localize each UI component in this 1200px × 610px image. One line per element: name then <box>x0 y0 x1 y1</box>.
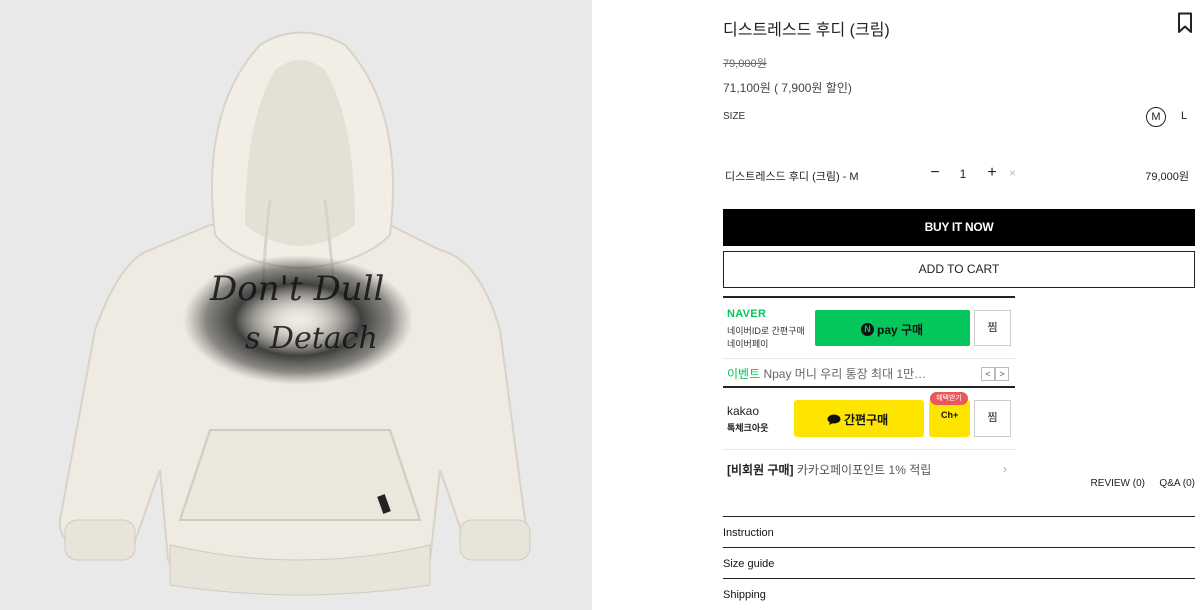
info-section-instruction[interactable]: Instruction <box>723 516 1195 547</box>
remove-option-icon[interactable]: × <box>1009 166 1016 180</box>
kakao-channel-badge: 혜택받기 <box>930 392 968 405</box>
kakao-channel-icon: Ch+ <box>941 410 959 420</box>
add-to-cart-button[interactable]: ADD TO CART <box>723 251 1195 288</box>
selected-option-row: 디스트레스드 후디 (크림) - M − 1 + × 79,000원 <box>723 164 1195 184</box>
product-image: Don't Dull s Detach <box>0 0 592 610</box>
kakao-buy-label: 간편구매 <box>844 413 889 427</box>
promo-text: 카카오페이포인트 1% 적립 <box>793 463 932 477</box>
divider <box>723 358 1015 359</box>
naver-pay-desc-line2: 네이버페이 <box>727 339 769 349</box>
naver-pay-wishlist-button[interactable]: 찜 <box>974 310 1011 346</box>
npay-n-icon: N <box>861 323 874 336</box>
naver-pay-event-banner[interactable]: 이벤트 Npay 머니 우리 통장 최대 1만… <box>727 365 926 382</box>
sale-price: 71,100원 ( 7,900원 할인) <box>723 81 852 95</box>
event-prev-button[interactable]: < <box>981 367 995 381</box>
kakao-logo: kakao <box>727 404 760 418</box>
chevron-right-icon[interactable]: › <box>1003 462 1007 476</box>
event-tag: 이벤트 <box>727 367 761 381</box>
svg-text:s Detach: s Detach <box>245 321 378 356</box>
promo-tag: [비회원 구매] <box>727 463 794 477</box>
hoodie-illustration: Don't Dull s Detach <box>58 31 531 596</box>
review-link[interactable]: REVIEW (0) <box>1091 478 1145 489</box>
size-label: SIZE <box>723 111 746 122</box>
product-detail-panel: 디스트레스드 후디 (크림) 79,000원 71,100원 ( 7,900원 … <box>723 0 1195 610</box>
selected-option-name: 디스트레스드 후디 (크림) - M <box>725 171 859 183</box>
quantity-value[interactable]: 1 <box>956 167 970 181</box>
naver-pay-buy-button[interactable]: N pay 구매 <box>815 310 970 346</box>
size-option-l[interactable]: L <box>1174 107 1194 127</box>
event-next-button[interactable]: > <box>995 367 1009 381</box>
event-pager: < > <box>981 367 1009 381</box>
naver-logo: NAVER <box>727 308 767 320</box>
product-title: 디스트레스드 후디 (크림) <box>723 22 890 39</box>
naver-pay-widget: NAVER 네이버ID로 간편구매 네이버페이 N pay 구매 찜 이벤트 N… <box>723 296 1015 388</box>
info-section-label: Instruction <box>723 527 774 539</box>
quantity-increase-button[interactable]: + <box>985 164 999 182</box>
qa-link[interactable]: Q&A (0) <box>1159 478 1195 489</box>
kakao-buy-button[interactable]: 간편구매 <box>794 400 924 437</box>
kakao-promo-banner[interactable]: [비회원 구매] 카카오페이포인트 1% 적립 <box>727 461 931 478</box>
size-option-m[interactable]: M <box>1146 107 1166 127</box>
naver-pay-buy-label: pay 구매 <box>877 323 924 337</box>
speech-bubble-icon <box>827 414 841 425</box>
divider <box>723 449 1015 450</box>
kakao-checkout-label: 톡체크아웃 <box>727 423 769 433</box>
buy-it-now-button[interactable]: BUY IT NOW <box>723 209 1195 246</box>
quantity-decrease-button[interactable]: − <box>928 164 942 182</box>
svg-text:Don't Dull: Don't Dull <box>209 269 384 309</box>
selected-option-price: 79,000원 <box>1145 171 1189 183</box>
bookmark-icon[interactable] <box>1177 12 1193 34</box>
original-price: 79,000원 <box>723 58 767 70</box>
info-section-size-guide[interactable]: Size guide <box>723 547 1195 578</box>
naver-pay-desc-line1: 네이버ID로 간편구매 <box>727 326 805 336</box>
info-section-label: Size guide <box>723 558 775 570</box>
info-section-label: Shipping <box>723 589 766 601</box>
event-text: Npay 머니 우리 통장 최대 1만… <box>760 367 927 381</box>
kakao-wishlist-button[interactable]: 찜 <box>974 400 1011 437</box>
info-section-shipping[interactable]: Shipping <box>723 578 1195 609</box>
